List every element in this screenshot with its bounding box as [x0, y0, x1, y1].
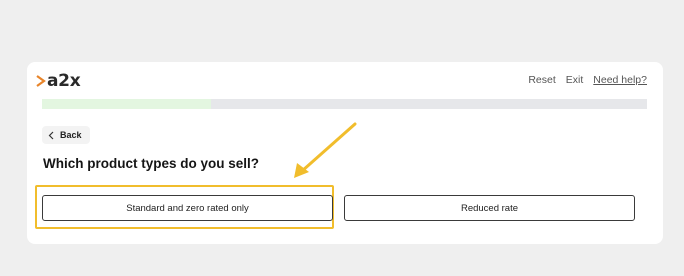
pointer-arrow-icon	[294, 122, 357, 178]
